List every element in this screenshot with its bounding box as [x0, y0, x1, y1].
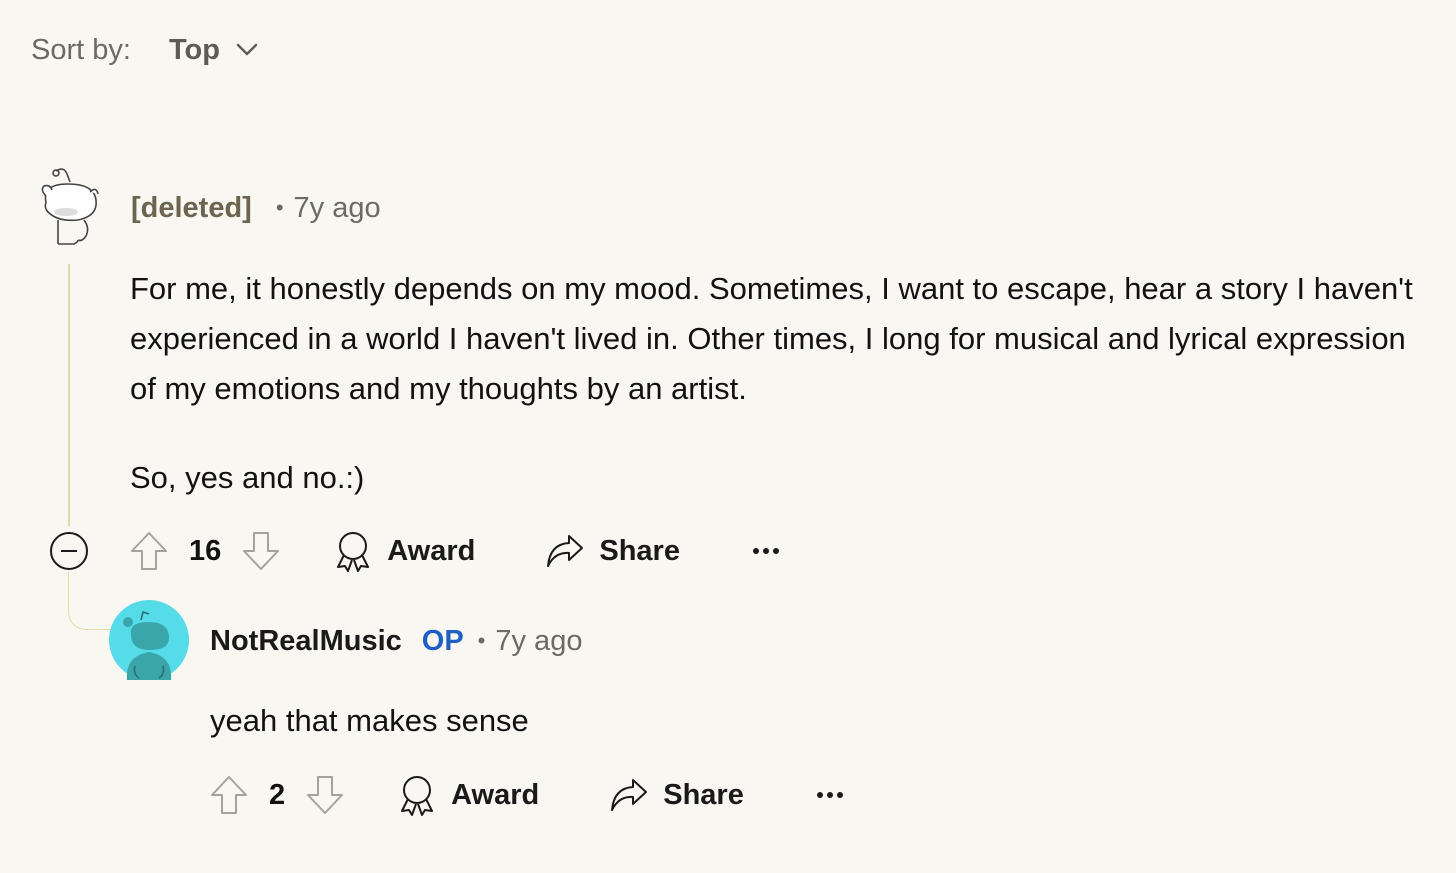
upvote-icon	[131, 532, 167, 570]
upvote-icon	[211, 776, 247, 814]
comment-actions: 2 Award Share	[209, 770, 844, 820]
more-options-button[interactable]	[816, 790, 844, 800]
op-badge: OP	[421, 624, 464, 657]
award-button[interactable]: Award	[333, 530, 475, 572]
comment-time: 7y ago	[495, 624, 583, 657]
sort-bar: Sort by: Top	[31, 28, 258, 72]
award-icon	[337, 532, 370, 572]
upvote-button[interactable]	[129, 530, 169, 572]
downvote-icon	[307, 776, 344, 814]
comment-actions: 16 Award Share	[129, 526, 780, 576]
thread-line	[68, 264, 70, 526]
meta-separator: •	[275, 195, 284, 220]
comment-body: yeah that makes sense	[210, 696, 1310, 746]
share-button[interactable]: Share	[609, 776, 744, 814]
collapse-icon[interactable]	[49, 531, 89, 571]
comment-author[interactable]: [deleted]	[131, 192, 252, 225]
share-label: Share	[599, 534, 680, 567]
downvote-button[interactable]	[305, 774, 345, 816]
deleted-user-avatar	[41, 168, 99, 245]
sort-value: Top	[168, 33, 220, 66]
comment-time: 7y ago	[293, 191, 381, 224]
vote-count: 16	[189, 534, 222, 567]
share-button[interactable]: Share	[545, 532, 680, 570]
award-button[interactable]: Award	[397, 774, 539, 816]
share-icon	[611, 779, 648, 811]
upvote-button[interactable]	[209, 774, 249, 816]
sort-label: Sort by:	[31, 33, 131, 66]
comment-meta: [deleted] • 7y ago	[131, 186, 381, 230]
op-user-avatar[interactable]	[109, 600, 189, 680]
comment-body: For me, it honestly depends on my mood. …	[130, 264, 1420, 503]
thread-branch-line	[68, 572, 112, 630]
downvote-icon	[243, 532, 280, 570]
award-label: Award	[451, 778, 540, 811]
comment-paragraph: For me, it honestly depends on my mood. …	[130, 271, 1413, 406]
award-label: Award	[387, 534, 476, 567]
more-icon	[816, 792, 843, 798]
more-options-button[interactable]	[752, 546, 780, 556]
downvote-button[interactable]	[241, 530, 281, 572]
more-icon	[752, 548, 779, 554]
comment-author[interactable]: NotRealMusic	[210, 625, 402, 658]
comment-paragraph: yeah that makes sense	[210, 703, 529, 738]
comment-meta: NotRealMusic OP • 7y ago	[210, 619, 582, 663]
share-icon	[547, 535, 584, 567]
comment-paragraph: So, yes and no.:)	[130, 460, 365, 495]
meta-separator: •	[477, 628, 486, 653]
sort-dropdown[interactable]: Top	[169, 34, 258, 67]
share-label: Share	[663, 778, 744, 811]
award-icon	[401, 776, 434, 816]
chevron-down-icon	[236, 43, 258, 56]
vote-count: 2	[269, 778, 286, 811]
